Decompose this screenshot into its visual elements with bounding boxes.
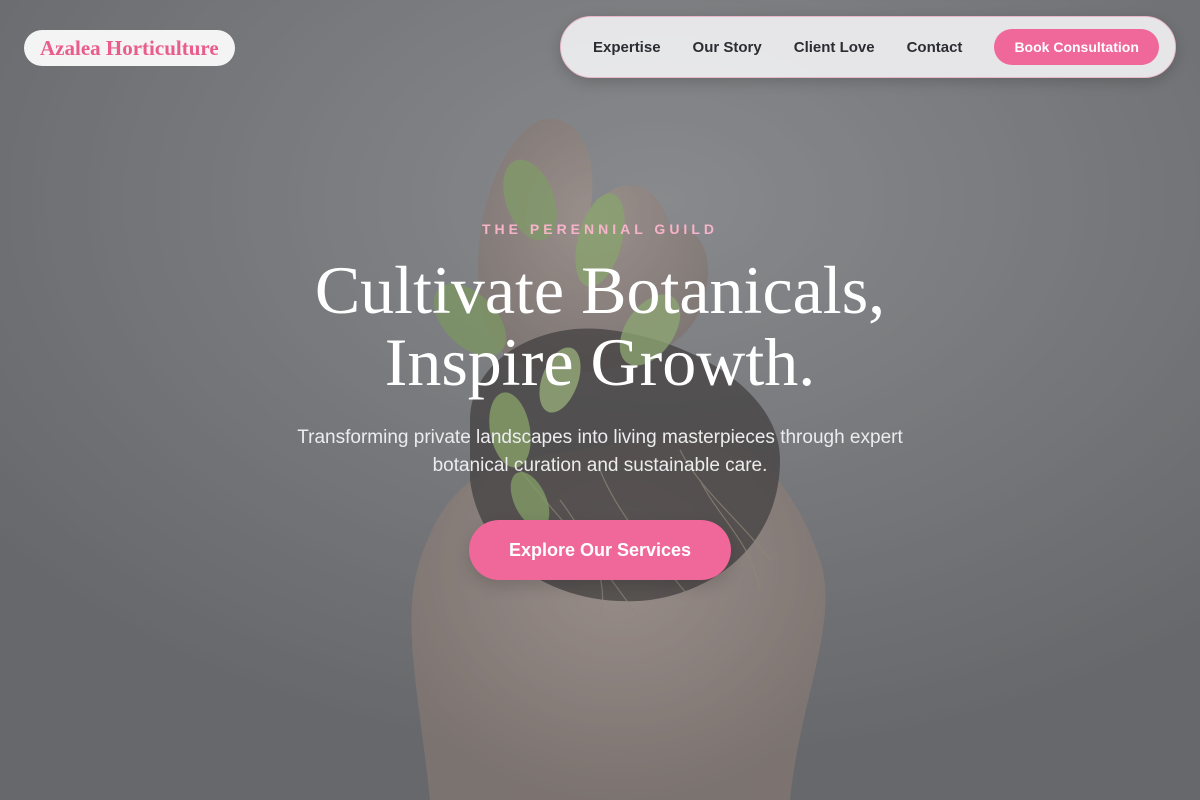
hero-headline-line-1: Cultivate Botanicals, [314, 252, 886, 328]
nav-link-our-story[interactable]: Our Story [693, 39, 762, 56]
hero-overlay [0, 0, 1200, 800]
hero-section [0, 0, 1200, 800]
explore-services-button[interactable]: Explore Our Services [469, 520, 731, 580]
book-consultation-button[interactable]: Book Consultation [994, 29, 1159, 65]
main-nav: Expertise Our Story Client Love Contact … [560, 16, 1176, 78]
nav-link-expertise[interactable]: Expertise [593, 39, 661, 56]
hero-headline: Cultivate Botanicals, Inspire Growth. [0, 254, 1200, 398]
hero-eyebrow: THE PERENNIAL GUILD [482, 221, 718, 237]
hero-headline-line-2: Inspire Growth. [384, 324, 816, 400]
nav-link-client-love[interactable]: Client Love [794, 39, 875, 56]
nav-link-contact[interactable]: Contact [907, 39, 963, 56]
hero-subtext: Transforming private landscapes into liv… [297, 427, 903, 476]
brand-logo[interactable]: Azalea Horticulture [24, 30, 235, 66]
